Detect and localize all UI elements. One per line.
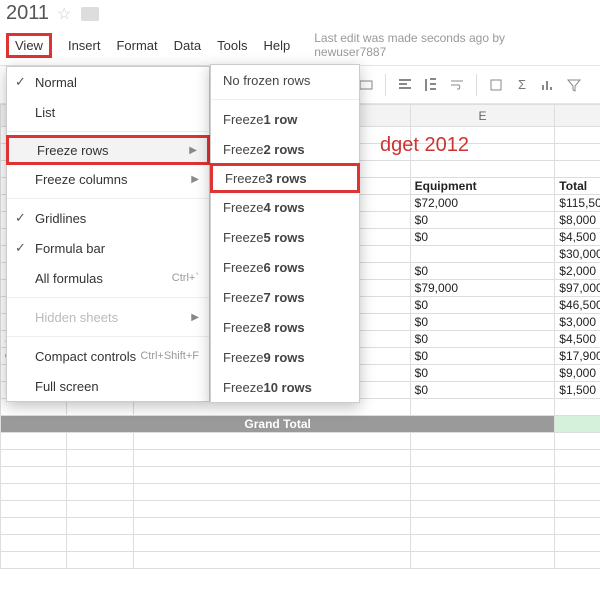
menu-help[interactable]: Help <box>263 38 290 53</box>
freeze-none[interactable]: No frozen rows <box>211 65 359 95</box>
sigma-button[interactable]: Σ <box>511 74 533 96</box>
cell[interactable]: $30,000 <box>555 246 600 263</box>
cell[interactable]: $2,000 <box>555 263 600 280</box>
cell[interactable]: $0 <box>410 314 555 331</box>
cell[interactable]: $0 <box>410 229 555 246</box>
folder-icon[interactable] <box>81 7 99 21</box>
star-icon[interactable]: ☆ <box>57 4 71 24</box>
cell[interactable]: $0 <box>410 382 555 399</box>
freeze-4-rows[interactable]: Freeze 4 rows <box>211 192 359 222</box>
view-compact[interactable]: Compact controlsCtrl+Shift+F <box>7 341 209 371</box>
header-equipment[interactable]: Equipment <box>410 178 555 195</box>
chevron-right-icon: ▶ <box>191 174 199 185</box>
view-menu: ✓Normal List Freeze rows▶ Freeze columns… <box>6 66 210 402</box>
shortcut-text: Ctrl+Shift+F <box>140 350 199 362</box>
menu-view[interactable]: View <box>6 33 52 58</box>
view-full-screen[interactable]: Full screen <box>7 371 209 401</box>
chevron-right-icon: ▶ <box>191 312 199 323</box>
cell[interactable]: $0 <box>410 263 555 280</box>
chart-button[interactable] <box>537 74 559 96</box>
col-f[interactable]: F <box>555 105 600 127</box>
cell[interactable] <box>410 246 555 263</box>
menu-tools[interactable]: Tools <box>217 38 247 53</box>
cell[interactable]: $9,000 <box>555 365 600 382</box>
freeze-2-rows[interactable]: Freeze 2 rows <box>211 134 359 164</box>
view-freeze-cols[interactable]: Freeze columns▶ <box>7 164 209 194</box>
freeze-rows-submenu: No frozen rows Freeze 1 row Freeze 2 row… <box>210 64 360 403</box>
menu-format[interactable]: Format <box>116 38 157 53</box>
freeze-9-rows[interactable]: Freeze 9 rows <box>211 342 359 372</box>
col-e[interactable]: E <box>410 105 555 127</box>
grand-total-label[interactable]: Grand Total <box>1 416 555 433</box>
view-list[interactable]: List <box>7 97 209 127</box>
doc-title: 2011 <box>6 2 49 25</box>
view-all-formulas[interactable]: All formulasCtrl+` <box>7 263 209 293</box>
view-formula-bar[interactable]: ✓Formula bar <box>7 233 209 263</box>
cell[interactable]: $0 <box>410 297 555 314</box>
check-icon: ✓ <box>15 210 26 226</box>
cell[interactable]: $46,500 <box>555 297 600 314</box>
freeze-5-rows[interactable]: Freeze 5 rows <box>211 222 359 252</box>
cell[interactable]: $3,000 <box>555 314 600 331</box>
last-edit-text: Last edit was made seconds ago by newuse… <box>314 31 578 59</box>
filter-button[interactable] <box>563 74 585 96</box>
cell[interactable]: $0 <box>410 348 555 365</box>
grand-total-value[interactable]: $33940 <box>555 416 600 433</box>
cell[interactable]: $1,500 <box>555 382 600 399</box>
wrap-button[interactable] <box>446 74 468 96</box>
cell[interactable]: $79,000 <box>410 280 555 297</box>
cell[interactable]: $4,500 <box>555 229 600 246</box>
cell[interactable]: $97,000 <box>555 280 600 297</box>
shortcut-text: Ctrl+` <box>172 272 199 284</box>
freeze-6-rows[interactable]: Freeze 6 rows <box>211 252 359 282</box>
view-freeze-rows[interactable]: Freeze rows▶ <box>6 135 210 165</box>
freeze-10-rows[interactable]: Freeze 10 rows <box>211 372 359 402</box>
valign-button[interactable] <box>420 74 442 96</box>
view-normal[interactable]: ✓Normal <box>7 67 209 97</box>
check-icon: ✓ <box>15 74 26 90</box>
cell[interactable]: $4,500 <box>555 331 600 348</box>
sheet-title: dget 2012 <box>380 134 469 157</box>
insert-button[interactable] <box>485 74 507 96</box>
view-gridlines[interactable]: ✓Gridlines <box>7 203 209 233</box>
cell[interactable]: $0 <box>410 365 555 382</box>
cell[interactable]: $0 <box>410 331 555 348</box>
cell[interactable]: $8,000 <box>555 212 600 229</box>
cell[interactable]: $115,500 <box>555 195 600 212</box>
header-total[interactable]: Total <box>555 178 600 195</box>
view-hidden-sheets: Hidden sheets▶ <box>7 302 209 332</box>
freeze-8-rows[interactable]: Freeze 8 rows <box>211 312 359 342</box>
cell[interactable]: $17,900 <box>555 348 600 365</box>
cell[interactable]: $0 <box>410 212 555 229</box>
cell[interactable]: $72,000 <box>410 195 555 212</box>
menu-insert[interactable]: Insert <box>68 38 101 53</box>
freeze-3-rows[interactable]: Freeze 3 rows <box>210 163 360 193</box>
check-icon: ✓ <box>15 240 26 256</box>
menu-data[interactable]: Data <box>174 38 201 53</box>
freeze-1-row[interactable]: Freeze 1 row <box>211 104 359 134</box>
chevron-right-icon: ▶ <box>189 145 197 156</box>
align-button[interactable] <box>394 74 416 96</box>
freeze-7-rows[interactable]: Freeze 7 rows <box>211 282 359 312</box>
